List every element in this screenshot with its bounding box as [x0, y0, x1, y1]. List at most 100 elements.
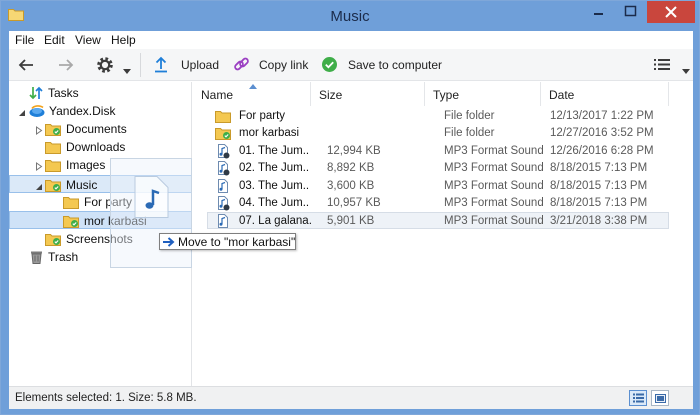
tree-label-trash: Trash — [48, 250, 79, 264]
list-item[interactable]: 02. The Jum... 8,892 KB MP3 Format Sound… — [193, 160, 669, 177]
file-date: 12/27/2016 3:52 PM — [550, 127, 654, 139]
column-header-type-label: Type — [433, 88, 460, 102]
menu-view[interactable]: View — [75, 33, 101, 47]
tree-label-documents: Documents — [66, 122, 127, 136]
tree-label-tasks: Tasks — [48, 86, 79, 100]
title-bar[interactable]: Music — [1, 1, 699, 31]
toolbar: Upload Copy link Save to computer — [9, 49, 693, 81]
window-client: File Edit View Help Upload Copy link Sav… — [9, 31, 693, 409]
list-item[interactable]: For party File folder 12/13/2017 1:22 PM — [193, 108, 669, 125]
move-arrow-icon — [163, 237, 175, 247]
save-to-computer-button[interactable]: Save to computer — [321, 49, 443, 80]
column-header-type[interactable]: Type — [425, 82, 541, 106]
gear-icon[interactable] — [95, 55, 115, 78]
list-item[interactable]: mor karbasi File folder 12/27/2016 3:52 … — [193, 125, 669, 142]
file-name: mor karbasi — [239, 127, 300, 139]
folder-synced-icon — [215, 126, 232, 143]
file-name: 03. The Jum... — [239, 180, 309, 192]
forward-arrow-icon[interactable] — [57, 56, 75, 77]
file-date: 8/18/2015 7:13 PM — [550, 162, 648, 174]
file-type: MP3 Format Sound — [444, 215, 544, 227]
file-name: 01. The Jum... — [239, 145, 309, 157]
menu-file[interactable]: File — [15, 33, 34, 47]
toolbar-separator — [140, 53, 141, 77]
link-icon — [233, 56, 250, 76]
file-date: 8/18/2015 7:13 PM — [550, 180, 648, 192]
file-type: MP3 Format Sound — [444, 197, 544, 209]
app-window: Music File Edit View Help Upload Copy li… — [0, 0, 700, 415]
list-scroll-area[interactable] — [669, 82, 693, 386]
file-date: 3/21/2018 3:38 PM — [550, 215, 648, 227]
audio-file-icon — [215, 160, 231, 179]
copy-link-button[interactable]: Copy link — [231, 49, 311, 80]
save-to-computer-label: Save to computer — [348, 58, 443, 72]
list-item[interactable]: 01. The Jum... 12,994 KB MP3 Format Soun… — [193, 143, 669, 160]
folder-synced-icon — [63, 214, 80, 231]
collapsed-arrow-icon[interactable] — [35, 124, 43, 135]
details-view-icon — [633, 393, 644, 403]
chevron-down-icon[interactable] — [123, 63, 131, 77]
upload-icon — [154, 56, 168, 76]
expanded-arrow-icon[interactable] — [18, 106, 26, 116]
back-arrow-icon[interactable] — [17, 56, 35, 77]
list-view-icon[interactable] — [654, 58, 670, 74]
upload-button[interactable]: Upload — [152, 49, 220, 80]
thumbnails-view-icon — [655, 394, 666, 403]
folder-icon — [63, 195, 80, 212]
file-size: 10,957 KB — [327, 197, 381, 209]
tree-item-yandex-disk[interactable]: Yandex.Disk — [9, 102, 192, 120]
close-button[interactable] — [647, 1, 695, 23]
folder-synced-icon — [45, 122, 62, 139]
column-header-date[interactable]: Date — [541, 82, 669, 106]
check-circle-icon — [321, 56, 338, 76]
folder-icon — [45, 140, 62, 157]
yandex-disk-icon — [29, 104, 45, 121]
music-note-icon — [134, 176, 169, 218]
tree-item-tasks[interactable]: Tasks — [9, 84, 192, 102]
file-size: 3,600 KB — [327, 180, 375, 192]
status-text: Elements selected: 1. Size: 5.8 MB. — [15, 392, 197, 404]
folder-synced-icon — [45, 232, 62, 249]
trash-icon — [30, 250, 43, 267]
column-header-size[interactable]: Size — [311, 82, 425, 106]
drag-tooltip: Move to "mor karbasi" — [159, 233, 296, 250]
tree-label-downloads: Downloads — [66, 140, 126, 154]
tree-item-downloads[interactable]: Downloads — [9, 138, 192, 156]
thumbnails-view-button[interactable] — [651, 390, 669, 406]
minimize-button[interactable] — [583, 1, 613, 23]
column-header-name[interactable]: Name — [193, 82, 311, 106]
menu-bar: File Edit View Help — [9, 31, 693, 49]
status-bar: Elements selected: 1. Size: 5.8 MB. — [9, 386, 693, 409]
expanded-arrow-icon[interactable] — [35, 180, 43, 190]
maximize-button[interactable] — [615, 1, 645, 23]
list-item-selected[interactable]: 07. La galana... 5,901 KB MP3 Format Sou… — [207, 212, 669, 229]
file-size: 12,994 KB — [327, 145, 381, 157]
menu-help[interactable]: Help — [111, 33, 136, 47]
menu-edit[interactable]: Edit — [44, 33, 65, 47]
tree-label-music: Music — [66, 178, 98, 192]
file-name: 02. The Jum... — [239, 162, 309, 174]
details-view-button[interactable] — [629, 390, 647, 406]
view-options-chevron-icon[interactable] — [682, 63, 690, 77]
drag-tooltip-text: Move to "mor karbasi" — [178, 235, 296, 249]
column-header-date-label: Date — [549, 88, 575, 102]
folder-icon — [45, 158, 62, 175]
file-size: 5,901 KB — [327, 215, 375, 227]
file-name: 04. The Jum... — [239, 197, 309, 209]
file-date: 12/13/2017 1:22 PM — [550, 110, 654, 122]
file-type: File folder — [444, 110, 495, 122]
folder-icon — [215, 109, 232, 126]
file-type: MP3 Format Sound — [444, 162, 544, 174]
list-item[interactable]: 04. The Jum... 10,957 KB MP3 Format Soun… — [193, 195, 669, 212]
file-type: MP3 Format Sound — [444, 145, 544, 157]
drag-preview — [110, 158, 192, 268]
file-type: MP3 Format Sound — [444, 180, 544, 192]
file-name: For party — [239, 110, 286, 122]
tasks-icon — [29, 86, 43, 103]
collapsed-arrow-icon[interactable] — [35, 160, 43, 171]
list-item[interactable]: 03. The Jum... 3,600 KB MP3 Format Sound… — [193, 178, 669, 195]
tree-item-documents[interactable]: Documents — [9, 120, 192, 138]
file-type: File folder — [444, 127, 495, 139]
sort-ascending-icon — [249, 84, 257, 89]
upload-label: Upload — [181, 58, 220, 72]
